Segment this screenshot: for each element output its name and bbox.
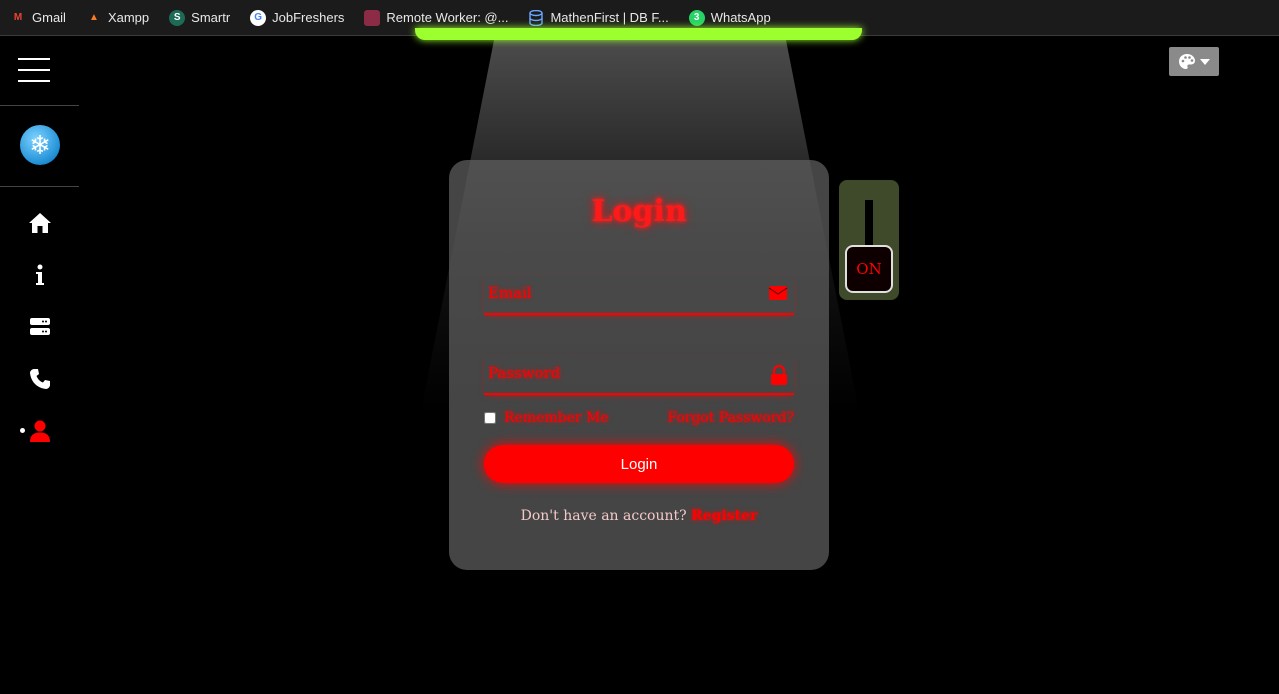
- bookmark-label: MathenFirst | DB F...: [550, 10, 669, 25]
- bookmark-smartr[interactable]: S Smartr: [169, 9, 231, 26]
- bookmark-mathenfirst[interactable]: MathenFirst | DB F...: [528, 9, 669, 26]
- bookmark-gmail[interactable]: M Gmail: [10, 10, 66, 26]
- bookmark-whatsapp[interactable]: 3 WhatsApp: [688, 9, 771, 26]
- caret-down-icon: [1200, 58, 1210, 65]
- sidebar-divider: [0, 105, 79, 106]
- database-icon: [528, 9, 544, 26]
- snowflake-logo-icon[interactable]: ❄: [20, 125, 60, 165]
- sidebar-item-about[interactable]: [24, 259, 56, 291]
- register-link[interactable]: Register: [691, 508, 757, 524]
- smartr-icon: S: [169, 9, 186, 26]
- password-input[interactable]: [484, 355, 754, 391]
- sidebar-item-account[interactable]: [24, 415, 56, 447]
- google-icon: G: [250, 9, 267, 26]
- login-button[interactable]: Login: [484, 445, 794, 483]
- bookmark-label: Gmail: [32, 10, 66, 25]
- remember-me: Remember Me: [484, 410, 609, 426]
- bookmark-label: Smartr: [191, 10, 231, 25]
- forgot-password-link[interactable]: Forgot Password?: [667, 410, 794, 426]
- register-prompt-text: Don't have an account?: [520, 508, 687, 524]
- sidebar-divider: [0, 186, 79, 187]
- sidebar-item-contact[interactable]: [24, 363, 56, 395]
- remote-worker-icon: [364, 9, 381, 26]
- theme-picker-button[interactable]: [1169, 47, 1219, 76]
- email-field: [484, 275, 794, 315]
- bookmark-label: Remote Worker: @...: [386, 10, 509, 25]
- bookmark-label: WhatsApp: [710, 10, 771, 25]
- register-prompt: Don't have an account? Register: [449, 508, 829, 524]
- home-icon: [29, 213, 51, 233]
- xampp-icon: ▲: [89, 12, 99, 23]
- phone-icon: [30, 369, 50, 389]
- light-switch: ON: [839, 180, 899, 300]
- palette-icon: [1179, 54, 1195, 69]
- lock-icon: [771, 365, 787, 385]
- switch-rod: [865, 200, 873, 250]
- bookmark-jobfreshers[interactable]: G JobFreshers: [250, 9, 345, 26]
- remember-me-label: Remember Me: [504, 410, 609, 426]
- sidebar-item-home[interactable]: [24, 207, 56, 239]
- sidebar: ❄: [0, 36, 80, 694]
- lamp-bar: [415, 28, 862, 40]
- login-card: Login Remember Me Forgot Password? Login…: [449, 160, 829, 570]
- envelope-icon: [768, 286, 788, 300]
- switch-toggle[interactable]: ON: [845, 245, 893, 293]
- menu-icon[interactable]: [18, 58, 50, 84]
- gmail-icon: M: [13, 12, 23, 23]
- bookmark-label: JobFreshers: [272, 10, 345, 25]
- user-icon: [30, 420, 50, 442]
- bookmark-remote-worker[interactable]: Remote Worker: @...: [364, 9, 509, 26]
- bookmark-xampp[interactable]: ▲ Xampp: [86, 10, 149, 26]
- sidebar-item-services[interactable]: [24, 311, 56, 343]
- password-field: [484, 355, 794, 395]
- whatsapp-icon: 3: [688, 9, 705, 26]
- info-icon: [36, 264, 44, 285]
- login-title: Login: [591, 194, 687, 229]
- server-icon: [30, 318, 50, 335]
- bookmark-label: Xampp: [107, 10, 150, 25]
- email-input[interactable]: [484, 275, 754, 311]
- remember-me-checkbox[interactable]: [484, 412, 496, 424]
